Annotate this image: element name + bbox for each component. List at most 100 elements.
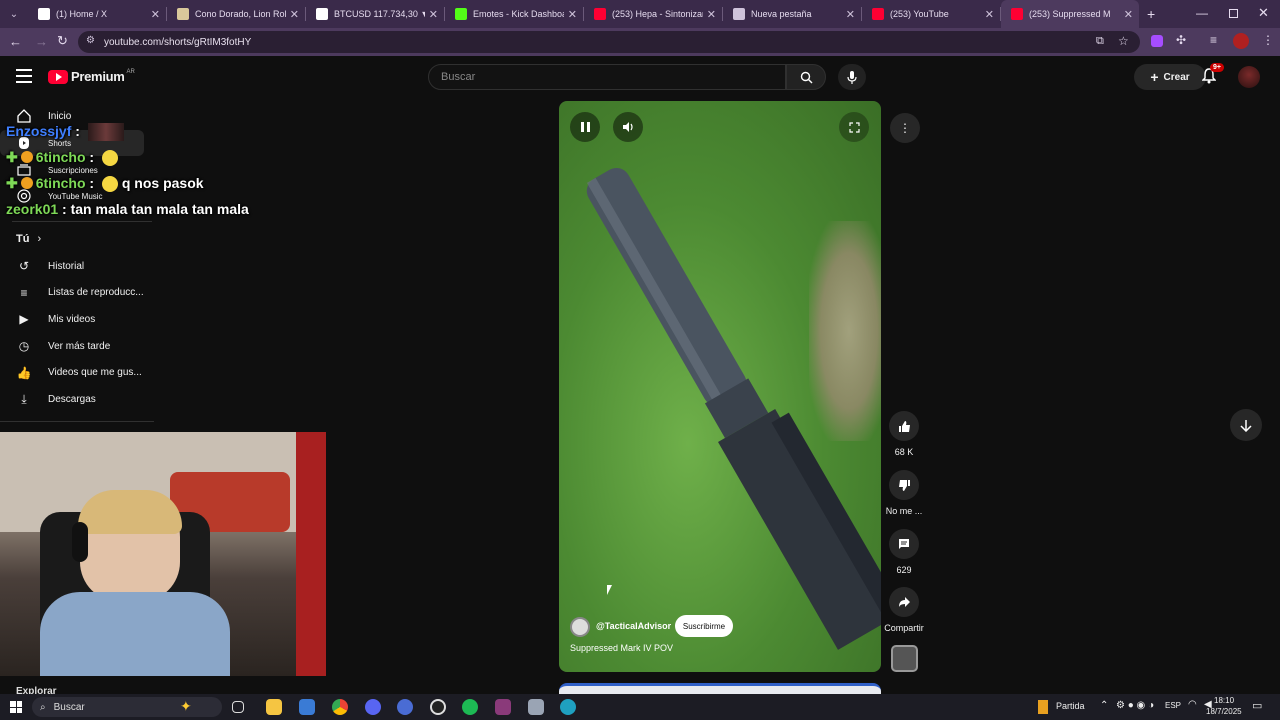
install-app-icon[interactable]: ⧉ bbox=[1096, 35, 1104, 48]
browser-menu-icon[interactable]: ⋮ bbox=[1262, 33, 1274, 47]
tab-title: (253) Hepa - Sintonizame bbox=[612, 9, 703, 19]
channel-name[interactable]: @TacticalAdvisor bbox=[596, 621, 671, 631]
language-indicator[interactable]: ESP bbox=[1165, 701, 1181, 710]
chrome-icon[interactable] bbox=[332, 699, 348, 715]
browser-tab[interactable]: (1) Home / X ✕ bbox=[28, 0, 166, 28]
tray-icons[interactable]: ⚙ ● ◉ ◑ bbox=[1116, 700, 1154, 711]
browser-tab[interactable]: (253) Suppressed M ✕ bbox=[1001, 0, 1139, 28]
store-icon[interactable] bbox=[299, 699, 315, 715]
spotify-icon[interactable] bbox=[462, 699, 478, 715]
close-tab-icon[interactable]: ✕ bbox=[846, 8, 855, 21]
chevron-right-icon: › bbox=[37, 233, 42, 245]
clock-date[interactable]: 18/7/2025 bbox=[1206, 707, 1242, 716]
edge-icon[interactable] bbox=[560, 699, 576, 715]
comments-button[interactable] bbox=[889, 529, 919, 559]
extension-icon[interactable] bbox=[1151, 35, 1163, 47]
close-tab-icon[interactable]: ✕ bbox=[985, 8, 994, 21]
sidebar-item-label: Inicio bbox=[48, 110, 72, 122]
new-tab-button[interactable]: + bbox=[1147, 6, 1155, 22]
browser-tab[interactable]: BTCUSD 117.734,30 ▼ -1 ✕ bbox=[306, 0, 444, 28]
taskbar-search-label: Buscar bbox=[53, 701, 85, 713]
search-input[interactable]: Buscar bbox=[428, 64, 786, 90]
tab-title: (253) Suppressed M bbox=[1029, 9, 1111, 19]
winrar-icon[interactable] bbox=[495, 699, 511, 715]
notifications-button[interactable]: 9+ bbox=[1201, 63, 1224, 89]
voice-search-icon[interactable] bbox=[838, 64, 866, 90]
like-button[interactable] bbox=[889, 411, 919, 441]
browser-tab[interactable]: (253) YouTube ✕ bbox=[862, 0, 1000, 28]
fullscreen-icon bbox=[848, 121, 860, 133]
chevron-up-icon[interactable]: ⌃ bbox=[1100, 700, 1108, 711]
sidebar-item-playlist[interactable]: ≡ Listas de reproducc... bbox=[0, 280, 150, 306]
clock-time[interactable]: 18:10 bbox=[1214, 696, 1234, 705]
sidebar-item-download[interactable]: ⤓ Descargas bbox=[0, 387, 150, 413]
browser-tab[interactable]: Cono Dorado, Lion Rolling ✕ bbox=[167, 0, 305, 28]
youtube-logo[interactable]: Premium AR bbox=[48, 69, 135, 84]
app-icon[interactable] bbox=[528, 699, 544, 715]
weather-label[interactable]: Partida bbox=[1056, 701, 1085, 711]
notification-center-icon[interactable]: ▭ bbox=[1252, 699, 1262, 712]
site-info-icon[interactable]: ⚙ bbox=[86, 35, 95, 46]
close-tab-icon[interactable]: ✕ bbox=[290, 8, 299, 21]
dislike-action[interactable]: No me ... bbox=[884, 470, 924, 516]
address-bar-row: ← → ↻ ⚙ youtube.com/shorts/gRtIM3fotHY ⧉… bbox=[0, 28, 1280, 56]
sidebar-item-thumb-up[interactable]: 👍 Videos que me gus... bbox=[0, 360, 150, 386]
minimize-button[interactable]: — bbox=[1196, 6, 1208, 20]
reload-icon[interactable]: ↻ bbox=[57, 33, 68, 49]
sidebar-item-label: Videos que me gus... bbox=[48, 367, 142, 379]
tab-title: Emotes - Kick Dashboard bbox=[473, 9, 564, 19]
browser-tab[interactable]: (253) Hepa - Sintonizame ✕ bbox=[584, 0, 722, 28]
sidebar-item-video[interactable]: ▶ Mis videos bbox=[0, 306, 150, 332]
close-tab-icon[interactable]: ✕ bbox=[707, 8, 716, 21]
discord-icon[interactable] bbox=[365, 699, 381, 715]
hamburger-menu-icon[interactable] bbox=[16, 69, 32, 83]
network-icon[interactable]: ◠ bbox=[1188, 699, 1197, 710]
fullscreen-button[interactable] bbox=[839, 112, 869, 142]
share-action[interactable]: Compartir bbox=[884, 587, 924, 633]
sidebar-item-clock[interactable]: ◷ Ver más tarde bbox=[0, 333, 150, 359]
close-tab-icon[interactable]: ✕ bbox=[429, 8, 438, 21]
more-options-button[interactable]: ⋮ bbox=[890, 113, 920, 143]
file-explorer-icon[interactable] bbox=[266, 699, 282, 715]
restore-button[interactable] bbox=[1229, 9, 1238, 18]
media-control-icon[interactable]: ≡ bbox=[1210, 33, 1217, 47]
next-short-button[interactable] bbox=[1230, 409, 1262, 441]
obs-icon[interactable] bbox=[430, 699, 446, 715]
close-tab-icon[interactable]: ✕ bbox=[1124, 8, 1133, 21]
task-view-icon[interactable] bbox=[232, 701, 244, 713]
browser-tab[interactable]: Nueva pestaña ✕ bbox=[723, 0, 861, 28]
back-icon[interactable]: ← bbox=[9, 34, 22, 49]
close-window-button[interactable]: ✕ bbox=[1258, 5, 1269, 21]
tab-title: (1) Home / X bbox=[56, 9, 108, 19]
profile-avatar[interactable] bbox=[1233, 33, 1249, 49]
app-icon[interactable] bbox=[397, 699, 413, 715]
volume-button[interactable] bbox=[613, 112, 643, 142]
tab-title: Cono Dorado, Lion Rolling bbox=[195, 9, 286, 19]
bookmark-star-icon[interactable]: ☆ bbox=[1118, 34, 1129, 48]
search-icon bbox=[800, 71, 812, 83]
pause-button[interactable] bbox=[570, 112, 600, 142]
subscribe-button[interactable]: Suscribirme bbox=[675, 615, 733, 637]
close-tab-icon[interactable]: ✕ bbox=[568, 8, 577, 21]
taskbar-search-box[interactable]: ⌕ Buscar ✦ bbox=[32, 697, 222, 717]
share-button[interactable] bbox=[889, 587, 919, 617]
channel-avatar[interactable] bbox=[570, 617, 590, 637]
search-button[interactable] bbox=[786, 64, 826, 90]
dislike-button[interactable] bbox=[889, 470, 919, 500]
extensions-puzzle-icon[interactable]: ✣ bbox=[1176, 33, 1186, 47]
close-tab-icon[interactable]: ✕ bbox=[151, 8, 160, 21]
comments-action[interactable]: 629 bbox=[884, 529, 924, 575]
sidebar-you-header[interactable]: Tú › bbox=[0, 226, 150, 252]
sidebar-divider bbox=[12, 221, 152, 222]
sidebar-item-history[interactable]: ↺ Historial bbox=[0, 253, 150, 279]
browser-tab[interactable]: Emotes - Kick Dashboard ✕ bbox=[445, 0, 583, 28]
url-input[interactable]: ⚙ youtube.com/shorts/gRtIM3fotHY ⧉ ☆ bbox=[78, 31, 1140, 53]
tab-title: BTCUSD 117.734,30 ▼ -1 bbox=[334, 9, 425, 19]
like-action[interactable]: 68 K bbox=[884, 411, 924, 457]
forward-icon[interactable]: → bbox=[35, 34, 48, 49]
sound-thumbnail[interactable] bbox=[891, 645, 918, 672]
create-button[interactable]: + Crear bbox=[1134, 64, 1206, 90]
windows-start-icon[interactable] bbox=[10, 701, 22, 713]
tab-search-button[interactable]: ⌄ bbox=[0, 0, 28, 28]
account-avatar[interactable] bbox=[1238, 66, 1260, 88]
